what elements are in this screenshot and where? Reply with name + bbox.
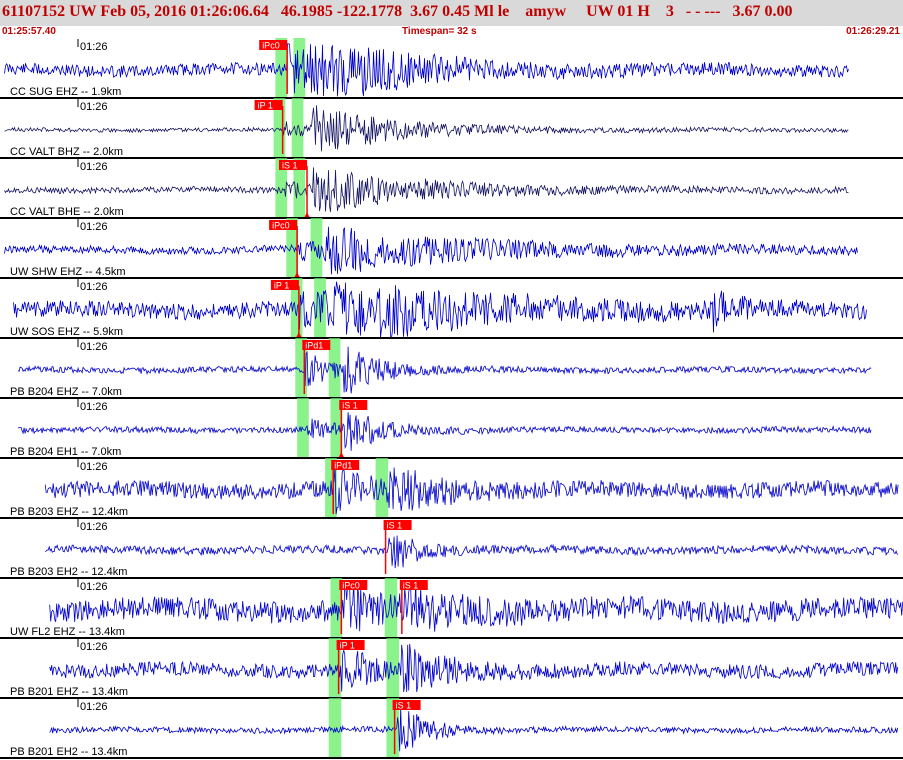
waveform	[44, 535, 899, 569]
pick-flag[interactable]: iS 1	[383, 520, 412, 531]
event-header-bar: 61107152 UW Feb 05, 2016 01:26:06.64 46.…	[0, 0, 903, 26]
trace-time-label: 01:26	[80, 581, 108, 593]
pick-label: iS 1	[342, 401, 358, 411]
pick-flag[interactable]: iPc0	[269, 220, 298, 231]
channel-label: UW SOS EHZ -- 5.9km	[10, 326, 123, 338]
trace-panel[interactable]: iPc0 01:26 CC SUG EHZ -- 1.9km iP 1 01:26 CC …	[0, 38, 903, 760]
channel-label: PB B201 EHZ -- 13.4km	[10, 686, 128, 698]
pick-label: iP 1	[258, 101, 273, 111]
channel-label: PB B203 EH2 -- 12.4km	[10, 566, 127, 578]
pick-label: iPc0	[342, 581, 360, 591]
trace-row[interactable]: iP 1 01:26 UW SOS EHZ -- 5.9km	[0, 278, 903, 339]
channel-label: PB B204 EH1 -- 7.0km	[10, 446, 121, 458]
channel-label: CC VALT BHZ -- 2.0km	[10, 146, 123, 158]
trace-row[interactable]: iPd1 01:26 PB B204 EHZ -- 7.0km	[0, 338, 903, 399]
waveform	[18, 412, 872, 451]
pick-flag[interactable]: iS 1	[339, 400, 368, 411]
waveform	[4, 43, 849, 97]
pick-flag[interactable]: iPd1	[331, 460, 360, 471]
trace-time-label: 01:26	[80, 341, 108, 353]
event-summary-title: 61107152 UW Feb 05, 2016 01:26:06.64 46.…	[2, 3, 793, 20]
timespan-label: Timespan= 32 s	[402, 26, 477, 37]
waveform	[17, 346, 872, 394]
trace-time-label: 01:26	[80, 101, 108, 113]
pick-label: iPc0	[262, 41, 280, 51]
waveform	[49, 643, 899, 693]
pick-label: iPc0	[272, 221, 290, 231]
waveform	[4, 226, 858, 275]
waveform	[44, 465, 899, 515]
pick-label: iP 1	[340, 641, 355, 651]
waveform	[4, 167, 849, 212]
pick-window	[310, 218, 323, 278]
trace-row[interactable]: iPc0 iS 1 01:26 UW FL2 EHZ -- 13.4km	[0, 578, 903, 639]
trace-time-label: 01:26	[80, 281, 108, 293]
start-time-label: 01:25:57.40	[2, 26, 56, 37]
channel-label: PB B203 EHZ -- 12.4km	[10, 506, 128, 518]
trace-row[interactable]: iS 1 01:26 PB B203 EH2 -- 12.4km	[0, 519, 903, 579]
pick-label: iPd1	[334, 461, 352, 471]
pick-window	[328, 698, 342, 758]
pick-flag[interactable]: iPc0	[339, 580, 368, 591]
pick-label: iPd1	[305, 341, 323, 351]
trace-row[interactable]: iS 1 01:26 CC VALT BHE -- 2.0km	[0, 158, 903, 219]
pick-label: iS 1	[282, 161, 298, 171]
pick-window	[386, 638, 400, 698]
pick-label: iS 1	[403, 581, 419, 591]
trace-row[interactable]: iPc0 01:26 CC SUG EHZ -- 1.9km	[0, 38, 903, 99]
trace-time-label: 01:26	[80, 401, 108, 413]
waveform	[49, 582, 903, 632]
channel-label: UW SHW EHZ -- 4.5km	[10, 266, 126, 278]
channel-label: PB B204 EHZ -- 7.0km	[10, 386, 122, 398]
waveform	[49, 706, 899, 752]
time-range-bar: 01:25:57.40 Timespan= 32 s 01:26:29.21	[0, 26, 903, 38]
pick-flag[interactable]: iS 1	[279, 160, 307, 171]
trace-row[interactable]: iS 1 01:26 PB B204 EH1 -- 7.0km	[0, 398, 903, 459]
pick-flag[interactable]: iPc0	[259, 40, 288, 51]
trace-time-label: 01:26	[80, 521, 108, 533]
pick-flag[interactable]: iS 1	[399, 580, 428, 591]
pick-label: iS 1	[396, 701, 412, 711]
trace-row[interactable]: iP 1 01:26 CC VALT BHZ -- 2.0km	[0, 98, 903, 159]
pick-flag[interactable]: iP 1	[336, 640, 365, 651]
trace-time-label: 01:26	[80, 41, 108, 53]
pick-flag[interactable]: iS 1	[392, 700, 421, 711]
pick-label: iS 1	[387, 521, 403, 531]
pick-flag[interactable]: iPd1	[302, 340, 331, 351]
trace-row[interactable]: iP 1 01:26 PB B201 EHZ -- 13.4km	[0, 638, 903, 699]
trace-time-label: 01:26	[80, 641, 108, 653]
trace-row[interactable]: iPc0 01:26 UW SHW EHZ -- 4.5km	[0, 218, 903, 279]
trace-time-label: 01:26	[80, 161, 108, 173]
trace-time-label: 01:26	[80, 701, 108, 713]
pick-flag[interactable]: iP 1	[254, 100, 283, 111]
waveform	[13, 281, 867, 339]
end-time-label: 01:26:29.21	[846, 26, 900, 37]
pick-flag[interactable]: iP 1	[270, 280, 299, 291]
pick-label: iP 1	[274, 281, 289, 291]
channel-label: CC SUG EHZ -- 1.9km	[10, 86, 121, 98]
channel-label: UW FL2 EHZ -- 13.4km	[10, 626, 125, 638]
trace-time-label: 01:26	[80, 461, 108, 473]
trace-row[interactable]: iPd1 01:26 PB B203 EHZ -- 12.4km	[0, 458, 903, 519]
trace-time-label: 01:26	[80, 221, 108, 233]
waveform	[4, 105, 849, 152]
trace-row[interactable]: iS 1 01:26 PB B201 EH2 -- 13.4km	[0, 698, 903, 759]
seismogram-viewer: 61107152 UW Feb 05, 2016 01:26:06.64 46.…	[0, 0, 903, 760]
channel-label: CC VALT BHE -- 2.0km	[10, 206, 124, 218]
channel-label: PB B201 EH2 -- 13.4km	[10, 746, 127, 758]
